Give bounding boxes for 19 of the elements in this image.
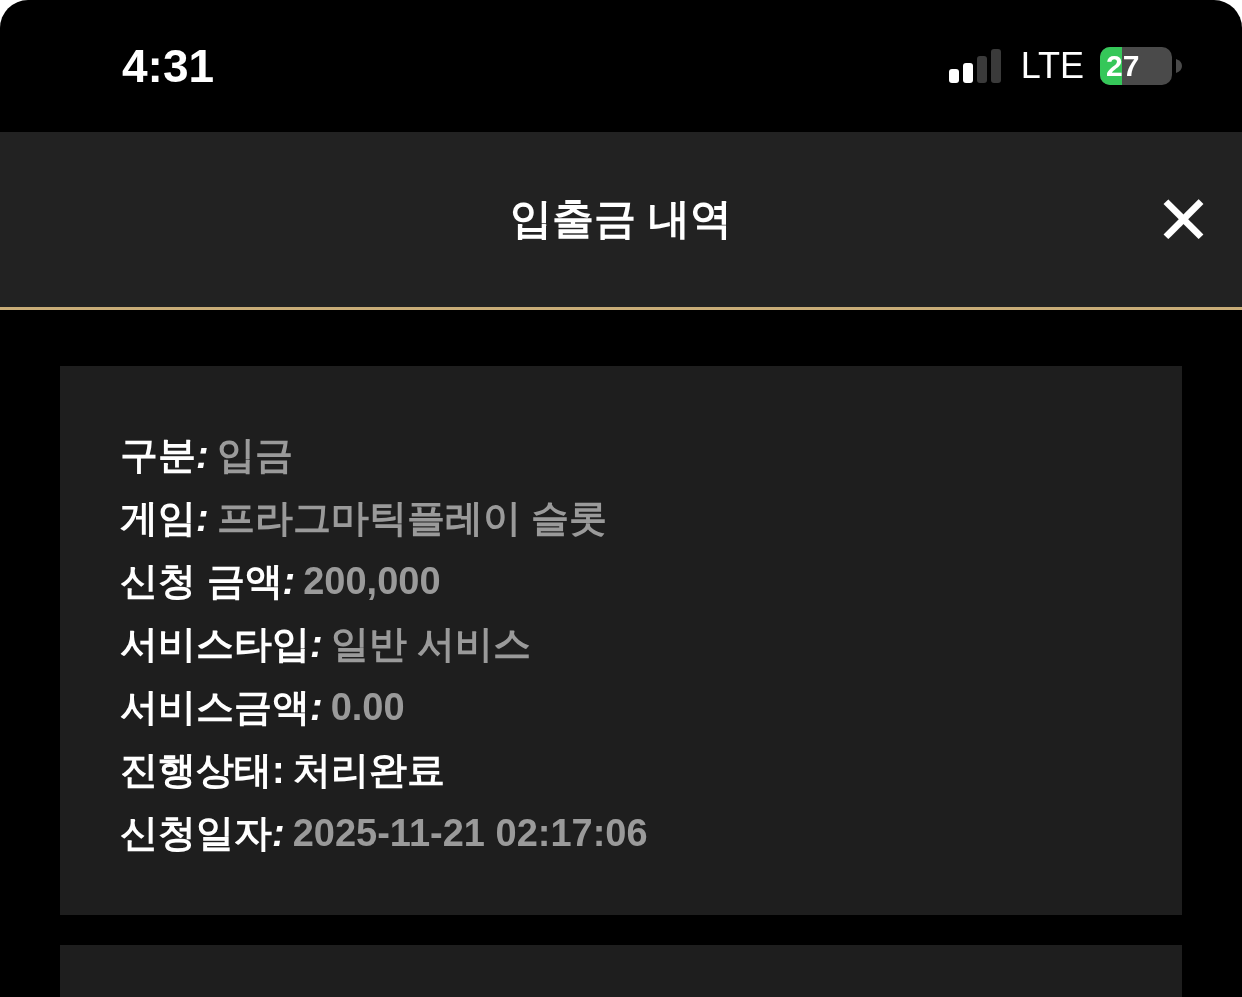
field-value: 입금: [216, 434, 293, 476]
field-value: 프라그마틱플레이 슬롯: [216, 497, 608, 539]
field-label: 서비스금액:: [120, 686, 323, 728]
field-value: 200,000: [303, 560, 441, 602]
page-title: 입출금 내역: [510, 194, 732, 245]
battery-tip-icon: [1176, 59, 1182, 73]
field-label: 신청 금액:: [120, 560, 296, 602]
network-label: LTE: [1020, 44, 1084, 88]
field-value: 일반 서비스: [330, 623, 532, 665]
time: 4:31: [122, 38, 215, 94]
field-label: 서비스타입:: [120, 623, 323, 665]
status-value: 처리완료: [292, 749, 445, 791]
field-label: 구분:: [120, 434, 209, 476]
close-button[interactable]: ✕: [1155, 185, 1212, 254]
field-label: 게임:: [120, 497, 209, 539]
field-value: 0.00: [330, 686, 405, 728]
field-label: 진행상태:: [120, 749, 285, 791]
field-label: 신청일자:: [120, 812, 285, 854]
field-value: 2025-11-21 02:17:06: [292, 812, 648, 854]
